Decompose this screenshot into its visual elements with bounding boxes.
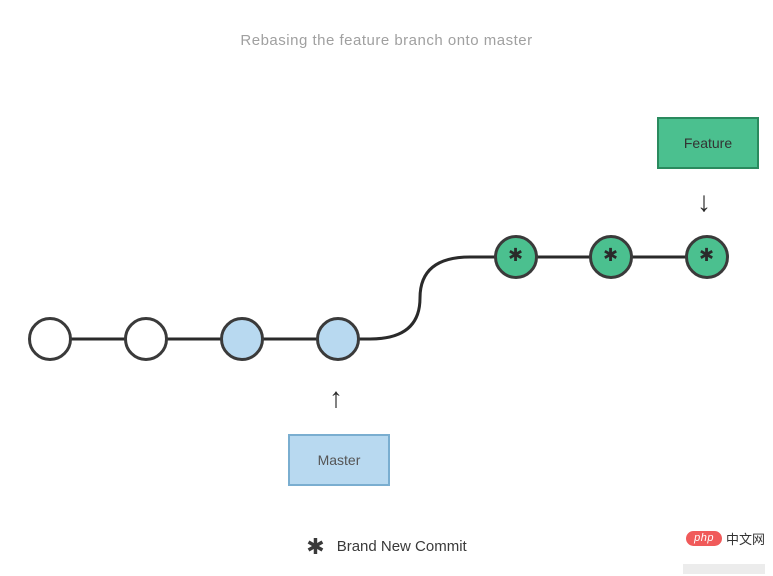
legend-star-icon: ✱ [306, 534, 324, 559]
watermark: php 中文网 [686, 529, 765, 548]
arrow-down-icon: ↓ [697, 186, 711, 218]
feature-label-text: Feature [684, 135, 732, 151]
commit-node [28, 317, 72, 361]
legend-text: Brand New Commit [337, 538, 467, 555]
watermark-shadow [683, 564, 765, 574]
feature-branch-label: Feature [657, 117, 759, 169]
master-label-text: Master [318, 452, 361, 468]
diagram-edges [0, 0, 773, 576]
master-branch-label: Master [288, 434, 390, 486]
watermark-text: 中文网 [726, 529, 765, 548]
commit-node [124, 317, 168, 361]
commit-node-master [220, 317, 264, 361]
new-commit-star-icon: ✱ [603, 245, 618, 266]
new-commit-star-icon: ✱ [699, 245, 714, 266]
new-commit-star-icon: ✱ [508, 245, 523, 266]
arrow-up-icon: ↑ [329, 382, 343, 414]
watermark-badge: php [686, 531, 722, 546]
legend: ✱ Brand New Commit [0, 534, 773, 560]
commit-node-master-head [316, 317, 360, 361]
